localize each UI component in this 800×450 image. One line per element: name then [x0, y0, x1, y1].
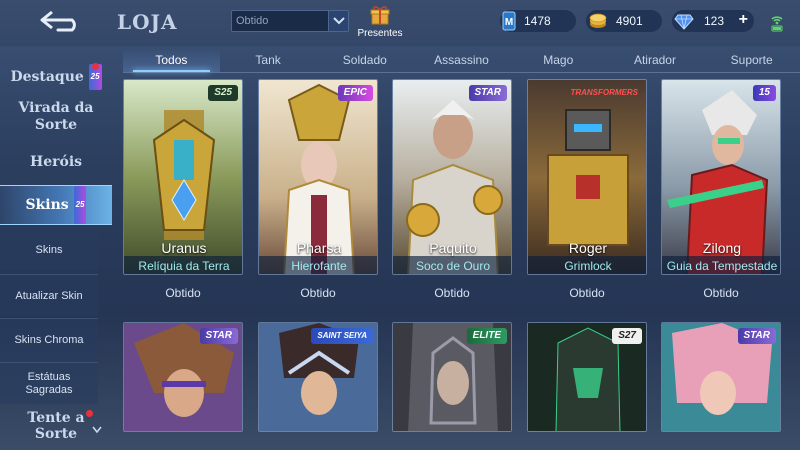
tab-fighter[interactable]: Soldado: [316, 48, 413, 72]
skin-card[interactable]: STAR: [123, 322, 243, 432]
sidebar-item-label: Heróis: [29, 154, 83, 170]
sidebar-subitem-upgrade-skin[interactable]: Atualizar Skin: [0, 274, 98, 316]
sidebar-item-label: Estátuas Sagradas: [25, 371, 73, 396]
skin-name: Soco de Ouro: [393, 256, 511, 274]
series-badge: SAINT SEIYA: [311, 328, 373, 344]
hero-name: Paquito: [429, 240, 477, 256]
sidebar-item-label: Virada da Sorte: [18, 100, 94, 133]
skin-card-roger[interactable]: TRANSFORMERS Roger Grimlock: [527, 79, 647, 275]
sidebar-subitem-skins[interactable]: Skins: [0, 230, 98, 270]
top-bar: LOJA Obtido Presentes M 1478 4901 123 +: [0, 0, 800, 46]
gold-balance: 4901: [586, 10, 662, 32]
diamond-value: 123: [704, 14, 725, 28]
series-badge: ELITE: [466, 328, 507, 344]
ownership-status: Obtido: [703, 286, 739, 300]
skin-card-uranus[interactable]: S25 Uranus Relíquia da Terra: [123, 79, 243, 275]
series-badge: S27: [612, 328, 642, 344]
tab-mage[interactable]: Mago: [510, 48, 607, 72]
series-badge: STAR: [468, 85, 507, 101]
sidebar-item-featured[interactable]: Destaque 25: [0, 63, 112, 90]
hero-name: Pharsa: [296, 240, 342, 256]
tab-all[interactable]: Todos: [123, 48, 220, 72]
ownership-status: Obtido: [300, 286, 336, 300]
sidebar: Destaque 25 Virada da Sorte Heróis Skins…: [0, 46, 112, 450]
skin-name: Grimlock: [528, 256, 646, 274]
ownership-status: Obtido: [434, 286, 470, 300]
skin-card-zilong[interactable]: 15 Zilong Guia da Tempestade: [661, 79, 781, 275]
ownership-filter-select[interactable]: Obtido: [231, 10, 349, 32]
skin-card-pharsa[interactable]: EPIC Pharsa Hierofante: [258, 79, 378, 275]
ticket-icon: M: [502, 11, 516, 31]
tab-assassin[interactable]: Assassino: [413, 48, 510, 72]
skin-name: Hierofante: [259, 256, 377, 274]
sidebar-subitem-statues[interactable]: Estátuas Sagradas: [0, 362, 98, 404]
skin-card[interactable]: S27: [527, 322, 647, 432]
tabs-divider: [123, 72, 800, 73]
gold-value: 4901: [616, 14, 643, 28]
ownership-status: Obtido: [569, 286, 605, 300]
chevron-down-icon[interactable]: [92, 426, 102, 434]
sidebar-item-skins[interactable]: Skins 25: [0, 185, 112, 225]
tab-support[interactable]: Suporte: [703, 48, 800, 72]
skin-card[interactable]: ELITE: [392, 322, 512, 432]
page-title: LOJA: [117, 10, 178, 34]
skin-card-paquito[interactable]: STAR Paquito Soco de Ouro: [392, 79, 512, 275]
ticket-balance: M 1478: [500, 10, 576, 32]
ticket-value: 1478: [524, 14, 551, 28]
sidebar-item-label: Destaque: [10, 69, 84, 85]
sidebar-item-label: Skins: [35, 244, 63, 256]
hero-name: Zilong: [702, 240, 742, 256]
series-badge: S25: [208, 85, 238, 101]
filter-value: Obtido: [236, 15, 269, 27]
sidebar-item-try-luck[interactable]: Tente a Sorte: [0, 410, 112, 446]
series-badge: EPIC: [337, 85, 373, 101]
add-diamonds-button[interactable]: +: [739, 11, 748, 29]
series-badge: 15: [752, 85, 776, 101]
sidebar-item-fortune[interactable]: Virada da Sorte: [0, 100, 112, 136]
gold-coin-icon: [589, 13, 607, 28]
sidebar-item-label: Skins: [25, 197, 69, 213]
chevron-down-icon[interactable]: [328, 11, 348, 31]
diamond-balance[interactable]: 123 +: [672, 10, 754, 32]
back-button[interactable]: [36, 8, 86, 34]
network-status-icon: [771, 16, 783, 32]
season-badge: 25: [73, 186, 87, 224]
skin-name: Relíquia da Terra: [124, 256, 242, 274]
notification-dot: [86, 410, 93, 417]
notification-dot: [92, 63, 99, 70]
sidebar-item-heroes[interactable]: Heróis: [0, 150, 112, 174]
sidebar-item-label: Atualizar Skin: [15, 290, 83, 302]
tab-tank[interactable]: Tank: [220, 48, 317, 72]
role-tabs: Todos Tank Soldado Assassino Mago Atirad…: [123, 48, 800, 72]
hero-name: Uranus: [161, 240, 207, 256]
skin-name: Guia da Tempestade: [662, 256, 780, 274]
sidebar-item-label: Tente a Sorte: [27, 410, 85, 442]
back-arrow-icon: [40, 10, 76, 32]
svg-text:M: M: [505, 17, 513, 28]
skin-card[interactable]: STAR: [661, 322, 781, 432]
skin-card[interactable]: SAINT SEIYA: [258, 322, 378, 432]
sidebar-item-label: Skins Chroma: [14, 334, 84, 346]
series-badge: STAR: [737, 328, 776, 344]
gift-icon: [370, 6, 390, 25]
diamond-icon: [674, 14, 694, 30]
series-badge: TRANSFORMERS: [570, 88, 638, 97]
series-badge: STAR: [199, 328, 238, 344]
gifts-button[interactable]: Presentes: [354, 4, 406, 44]
gifts-label: Presentes: [357, 28, 403, 39]
sidebar-subitem-chroma-skins[interactable]: Skins Chroma: [0, 318, 98, 360]
tab-marksman[interactable]: Atirador: [607, 48, 704, 72]
hero-name: Roger: [568, 240, 608, 256]
ownership-status: Obtido: [165, 286, 201, 300]
